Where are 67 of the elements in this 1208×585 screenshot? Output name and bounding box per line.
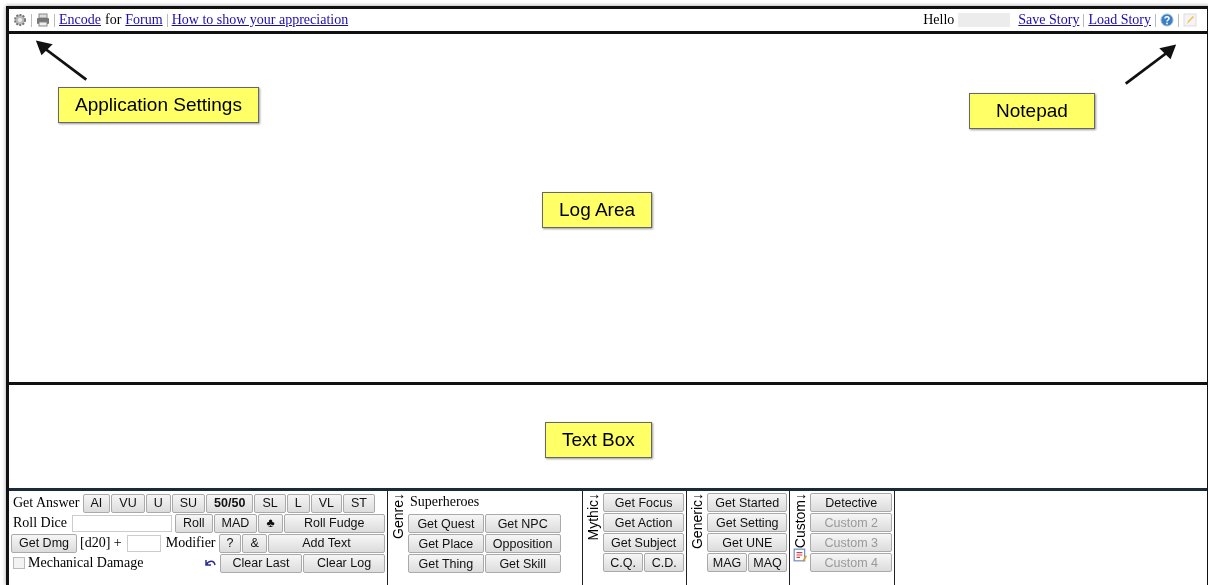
modifier-field[interactable] — [126, 534, 161, 552]
dice-button[interactable]: Roll — [175, 513, 213, 533]
generic-button[interactable]: MAG — [707, 553, 747, 572]
genre-label: Genre↓ — [390, 493, 406, 539]
get-damage-button[interactable]: Get Dmg — [11, 533, 77, 553]
answer-button[interactable]: ST — [342, 493, 375, 513]
arrow-drawing — [34, 38, 90, 82]
callout-label: Application Settings — [58, 87, 259, 123]
undo-icon[interactable] — [203, 558, 217, 568]
custom-label: Custom↓ — [792, 493, 809, 549]
genre-button[interactable]: Get Quest — [408, 514, 484, 533]
dice-button[interactable]: Roll Fudge — [283, 513, 385, 533]
mythic-label: Mythic↓ — [585, 493, 601, 541]
genre-button[interactable]: Get NPC — [484, 514, 561, 533]
mythic-button[interactable]: Get Subject — [603, 533, 685, 552]
answer-button[interactable]: VL — [310, 493, 342, 513]
mythic-button[interactable]: C.D. — [644, 553, 685, 572]
generic-button[interactable]: Get Setting — [707, 513, 788, 532]
for-text: for — [105, 12, 122, 28]
generic-button[interactable]: MAQ — [747, 553, 788, 572]
settings-icon[interactable] — [13, 13, 27, 27]
clear-button[interactable]: Clear Log — [303, 553, 385, 573]
forum-link[interactable]: Forum — [125, 12, 163, 28]
dice-button[interactable]: ♣ — [258, 513, 283, 533]
genre-title: Superheroes — [409, 493, 481, 511]
edit-list-icon[interactable] — [793, 548, 808, 563]
save-story-link[interactable]: Save Story — [1018, 12, 1080, 28]
answer-button[interactable]: SL — [254, 493, 286, 513]
damage-button[interactable]: Add Text — [267, 533, 385, 553]
mechanical-damage-label: Mechanical Damage — [27, 555, 145, 571]
answer-button[interactable]: L — [286, 493, 310, 513]
custom-button[interactable]: Detective — [810, 493, 893, 512]
answer-button[interactable]: U — [145, 493, 171, 513]
generic-label: Generic↓ — [689, 493, 706, 550]
generic-button[interactable]: Get UNE — [707, 533, 788, 552]
answer-button[interactable]: 50/50 — [206, 493, 254, 513]
mythic-button[interactable]: Get Focus — [603, 493, 685, 512]
load-story-link[interactable]: Load Story — [1088, 12, 1151, 28]
genre-button[interactable]: Get Skill — [484, 554, 561, 573]
callout-label: Notepad — [969, 93, 1095, 129]
appreciation-link[interactable]: How to show your appreciation — [171, 12, 349, 28]
modifier-label: Modifier — [164, 535, 217, 551]
mechanical-damage-checkbox[interactable] — [13, 557, 25, 569]
generic-button[interactable]: Get Started — [707, 493, 788, 512]
answer-button[interactable]: AI — [82, 493, 111, 513]
get-answer-label: Get Answer — [12, 495, 81, 511]
damage-button[interactable]: ? — [218, 533, 242, 553]
answer-button[interactable]: VU — [111, 493, 145, 513]
help-icon[interactable] — [1160, 13, 1174, 27]
encode-link[interactable]: Encode — [59, 12, 101, 28]
genre-button[interactable]: Opposition — [484, 534, 561, 553]
dice-formula-text: [d20] + — [79, 535, 123, 551]
dice-button[interactable]: MAD — [213, 513, 258, 533]
arrow-drawing — [1122, 42, 1178, 86]
callout-label: Text Box — [545, 422, 652, 458]
genre-button[interactable]: Get Place — [408, 534, 484, 553]
roll-dice-label: Roll Dice — [12, 515, 69, 531]
print-icon[interactable] — [36, 13, 50, 27]
greeting-text: Hello — [923, 12, 955, 28]
answer-button[interactable]: SU — [171, 493, 206, 513]
mythic-button[interactable]: Get Action — [603, 513, 685, 532]
dice-input-field[interactable] — [72, 514, 173, 532]
genre-button[interactable]: Get Thing — [408, 554, 484, 573]
clear-button[interactable]: Clear Last — [220, 553, 302, 573]
callout-label: Log Area — [542, 192, 653, 228]
damage-button[interactable]: & — [242, 533, 267, 553]
mythic-button[interactable]: C.Q. — [603, 553, 644, 572]
